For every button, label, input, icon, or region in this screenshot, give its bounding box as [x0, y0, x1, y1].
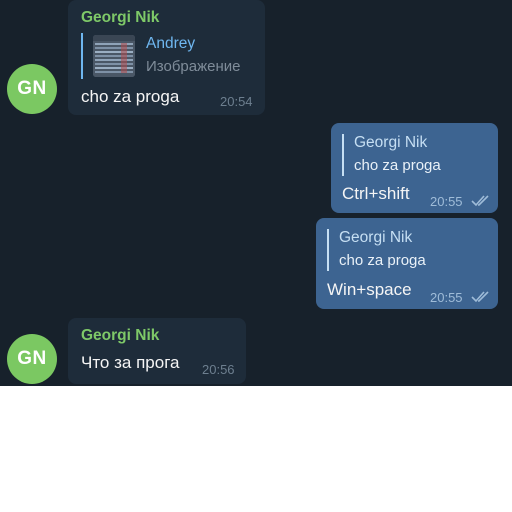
message-text: Win+space	[327, 280, 412, 299]
message-bubble-outgoing[interactable]: Georgi Nik cho za proga Ctrl+shift 20:55	[331, 123, 498, 213]
reply-author: Georgi Nik	[339, 229, 413, 246]
reply-text: cho za proga	[339, 252, 426, 269]
double-check-icon	[471, 291, 489, 303]
message-text: cho za proga	[81, 87, 180, 106]
message-time: 20:54	[220, 94, 253, 109]
message-time: 20:55	[430, 194, 463, 209]
reply-author: Andrey	[146, 35, 196, 52]
message-text: Ctrl+shift	[342, 184, 410, 203]
reply-preview[interactable]: Andrey Изображение	[81, 33, 257, 79]
message-time: 20:56	[202, 362, 235, 377]
double-check-icon	[471, 195, 489, 207]
message-bubble-incoming[interactable]: Georgi Nik Что за прога 20:56	[68, 318, 246, 384]
reply-preview[interactable]: Georgi Nik cho za proga	[342, 134, 487, 176]
reply-author: Georgi Nik	[354, 134, 428, 151]
message-time: 20:55	[430, 290, 463, 305]
avatar[interactable]: GN	[7, 334, 57, 384]
chat-history[interactable]: GN Georgi Nik Andrey Изображение cho za …	[0, 0, 512, 386]
reply-preview[interactable]: Georgi Nik cho za proga	[327, 229, 487, 271]
reply-text: cho za proga	[354, 157, 441, 174]
avatar[interactable]: GN	[7, 64, 57, 114]
message-text: Что за прога	[81, 353, 180, 372]
avatar-initials: GN	[17, 78, 47, 99]
reply-image-thumbnail	[93, 35, 135, 77]
sender-name[interactable]: Georgi Nik	[81, 9, 159, 27]
image-thumbnail-graphic	[93, 35, 135, 77]
avatar-initials: GN	[17, 348, 47, 369]
message-bubble-incoming[interactable]: Georgi Nik Andrey Изображение cho za pro…	[68, 0, 265, 115]
sender-name[interactable]: Georgi Nik	[81, 327, 159, 345]
message-bubble-outgoing[interactable]: Georgi Nik cho za proga Win+space 20:55	[316, 218, 498, 309]
reply-text: Изображение	[146, 58, 241, 75]
